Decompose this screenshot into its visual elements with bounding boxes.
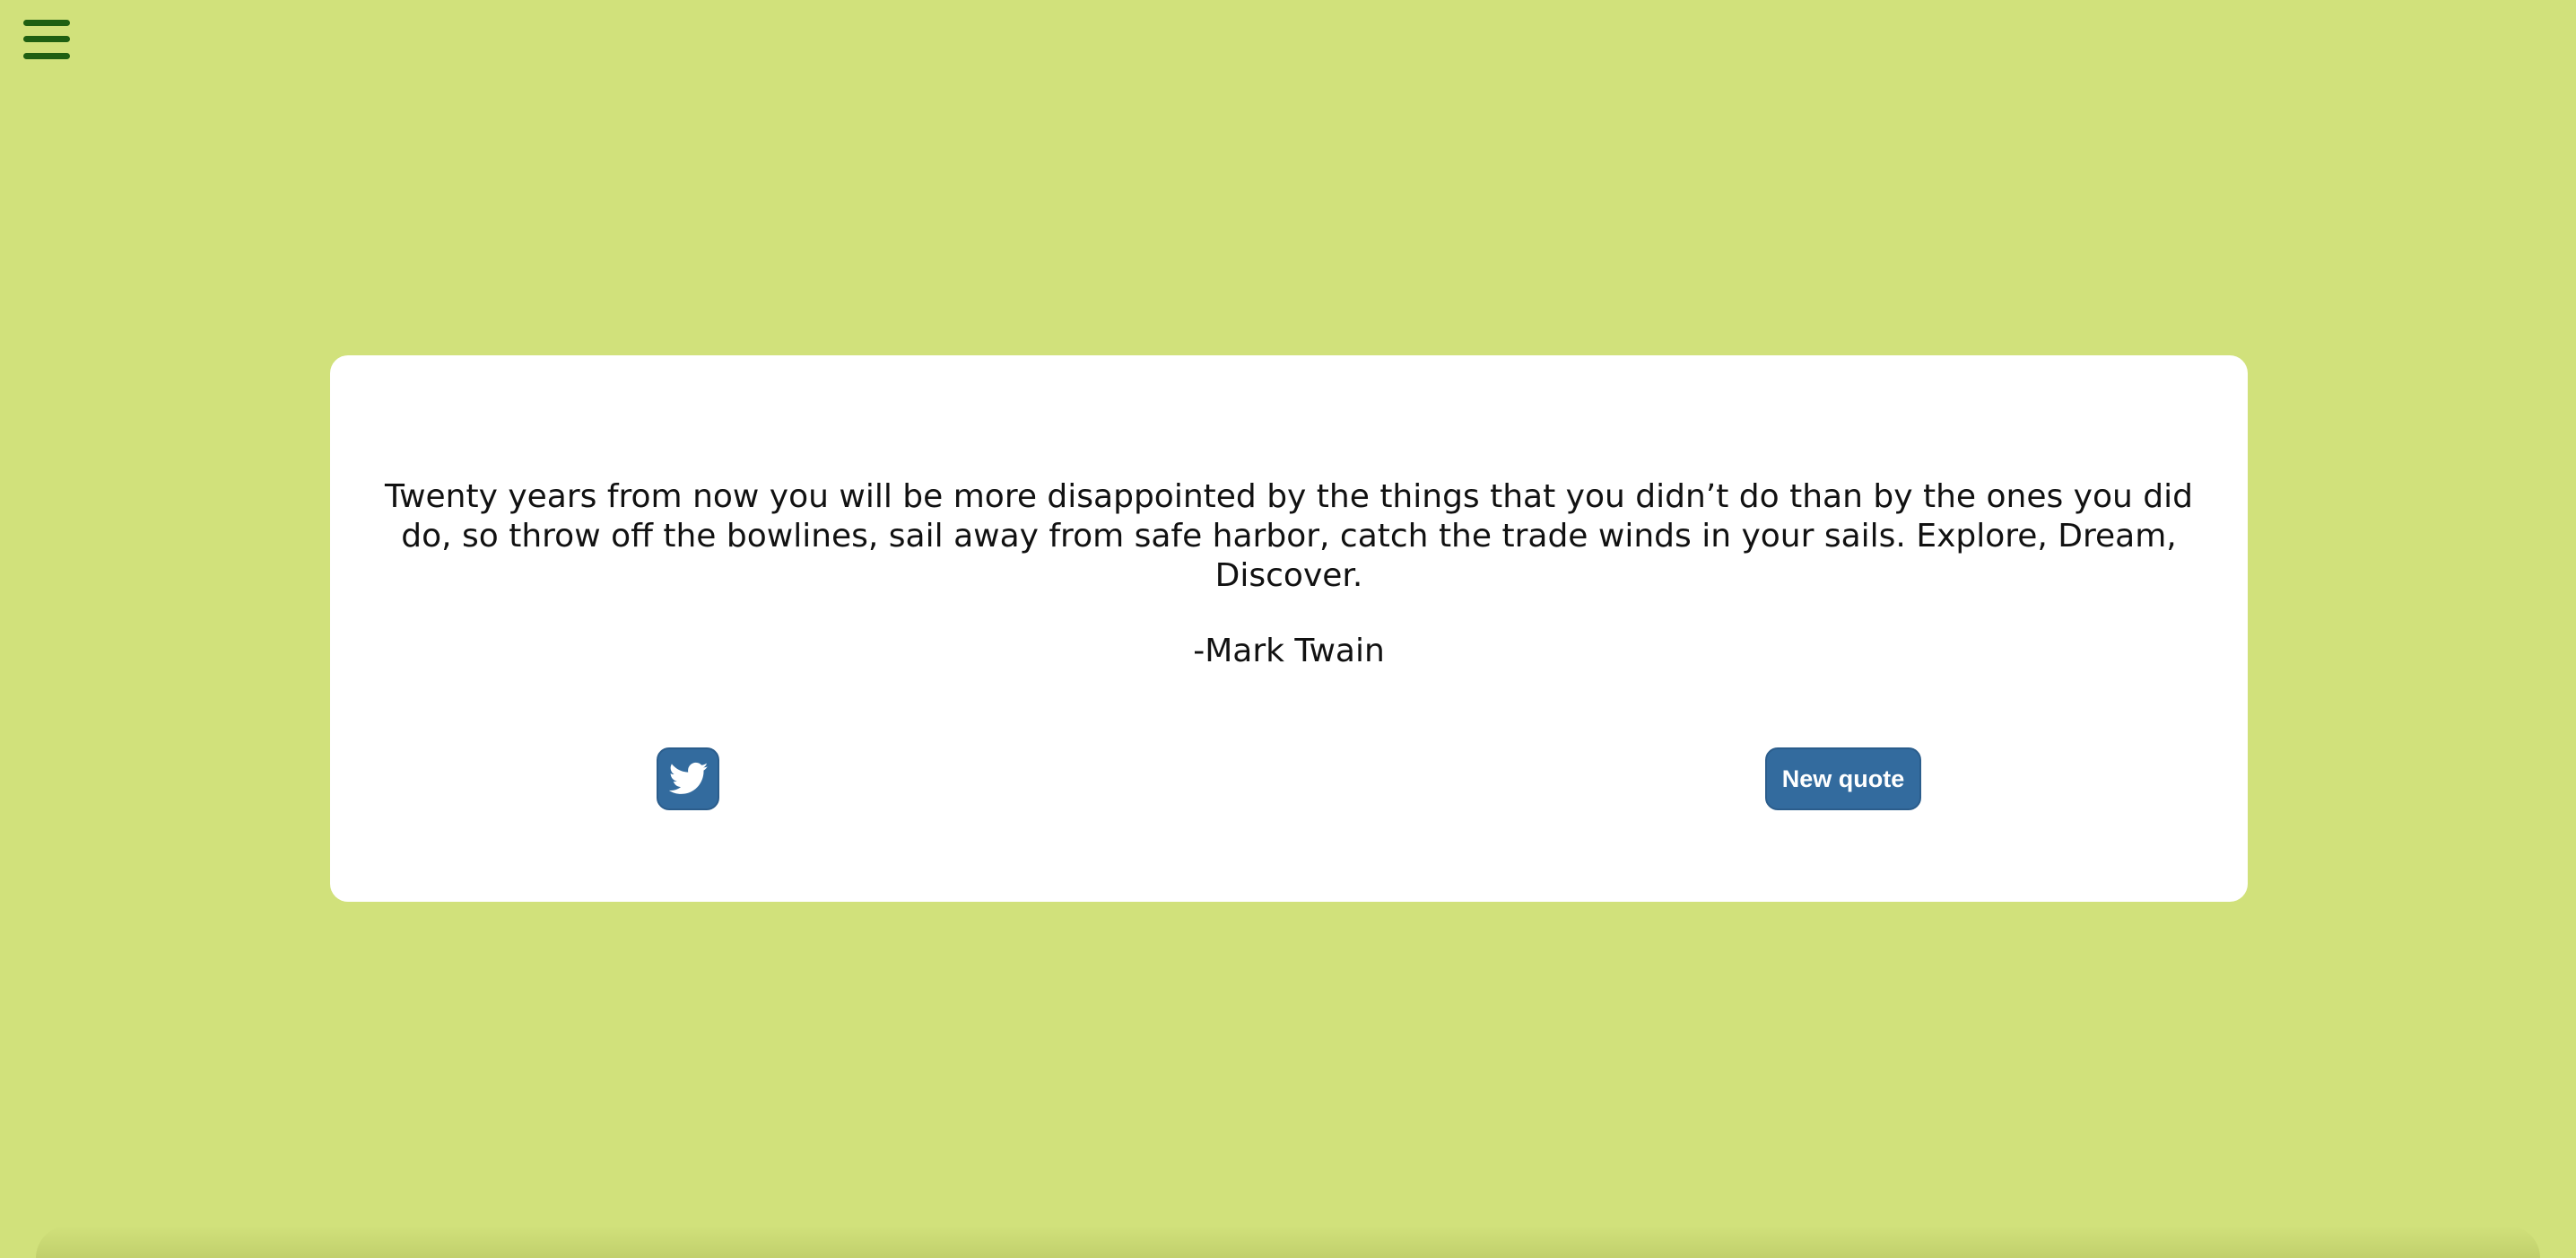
quote-card: Twenty years from now you will be more d… bbox=[330, 355, 2248, 902]
twitter-icon bbox=[669, 762, 709, 794]
menu-bar bbox=[23, 20, 70, 26]
menu-bar bbox=[23, 36, 70, 42]
quote-text: Twenty years from now you will be more d… bbox=[385, 478, 2193, 594]
quote-author: -Mark Twain bbox=[1193, 633, 1385, 669]
new-quote-button[interactable]: New quote bbox=[1765, 747, 1921, 810]
menu-bar bbox=[23, 53, 70, 59]
tweet-button[interactable] bbox=[657, 747, 719, 810]
hamburger-menu-icon[interactable] bbox=[23, 20, 70, 59]
bottom-shadow bbox=[36, 1226, 2540, 1258]
